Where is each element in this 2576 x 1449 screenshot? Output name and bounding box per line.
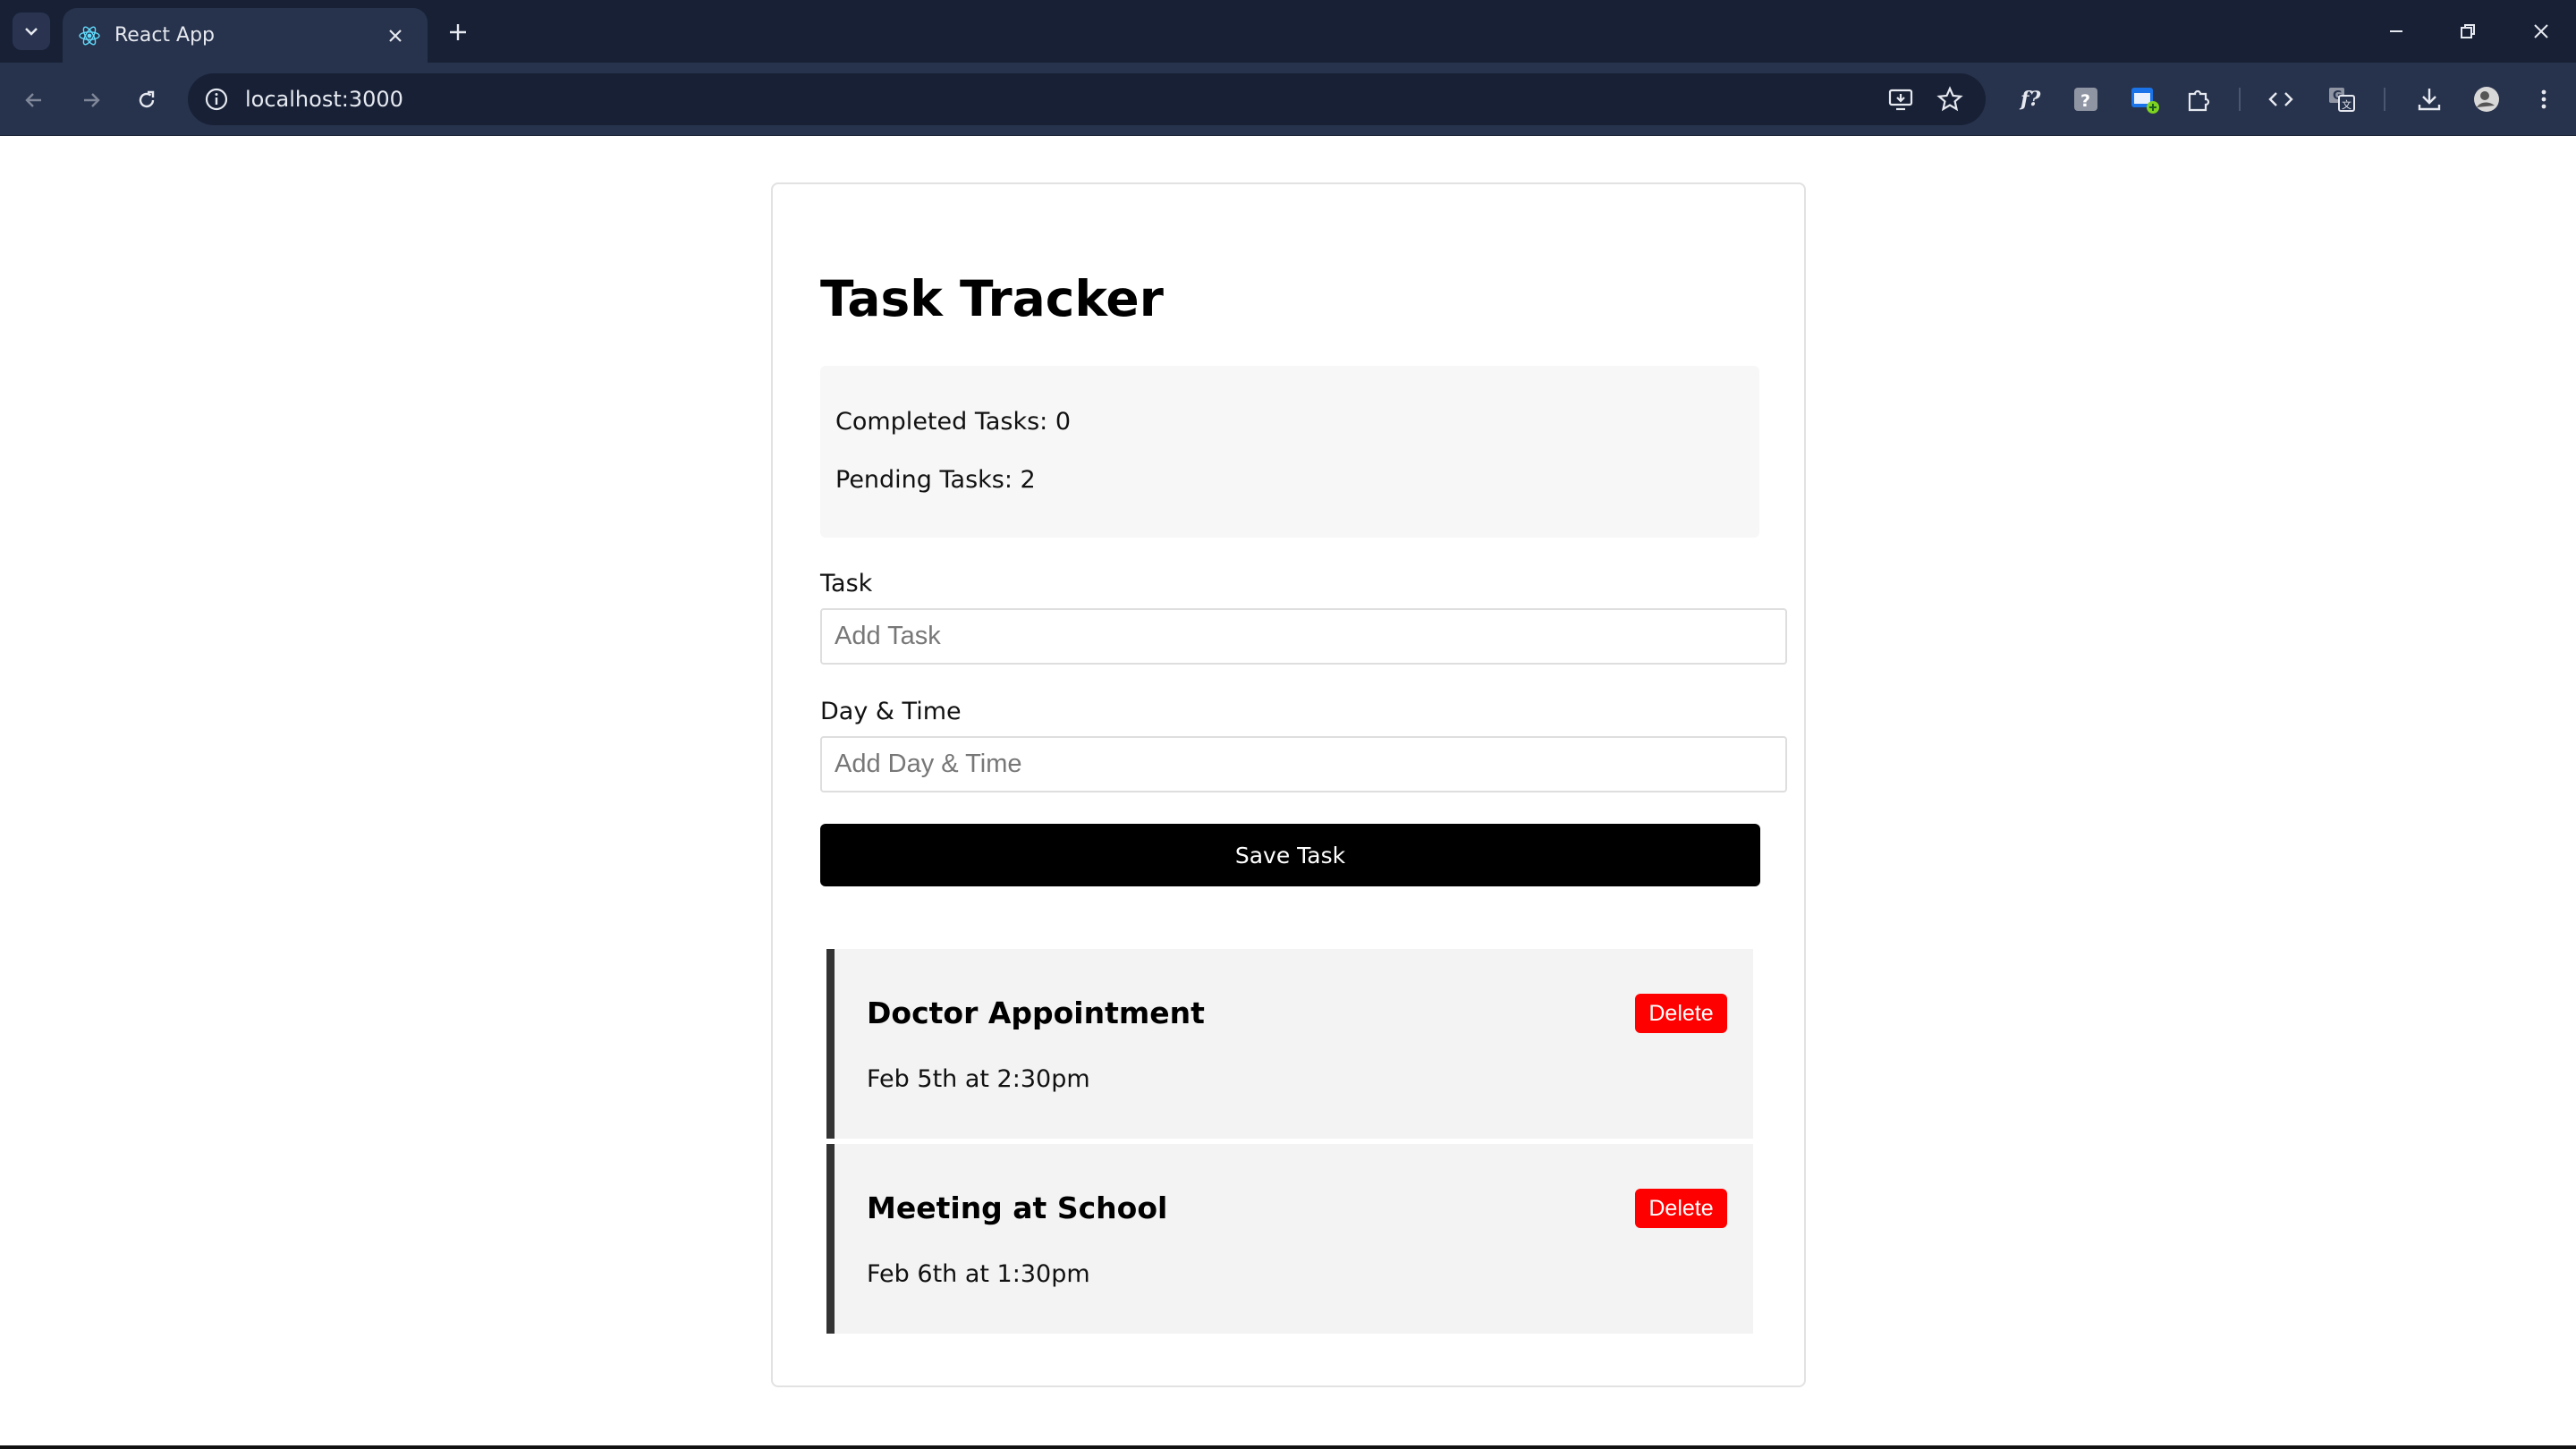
task-title: Doctor Appointment (867, 996, 1205, 1030)
puzzle-icon[interactable] (2179, 80, 2218, 119)
reload-icon (139, 90, 155, 108)
profile-icon[interactable] (2467, 80, 2506, 119)
arrow-right-icon (84, 93, 100, 107)
day-time-label: Day & Time (820, 698, 962, 725)
close-window-button[interactable] (2519, 11, 2563, 52)
help-icon[interactable]: ? (2066, 80, 2106, 119)
tab-strip: React App (0, 0, 2576, 63)
minimize-icon (2390, 30, 2402, 32)
calendar-icon[interactable] (2125, 80, 2165, 119)
day-time-input[interactable] (820, 736, 1787, 792)
forward-button[interactable] (72, 80, 111, 120)
page-title: Task Tracker (820, 270, 1164, 327)
back-button[interactable] (14, 80, 54, 120)
pending-tasks-count: Pending Tasks: 2 (835, 466, 1036, 494)
bottom-edge (0, 1445, 2576, 1449)
reload-button[interactable] (127, 80, 166, 120)
star-icon[interactable] (1932, 81, 1968, 117)
download-icon[interactable] (2410, 80, 2449, 119)
task-stats: Completed Tasks: 0 Pending Tasks: 2 (820, 366, 1759, 538)
svg-text:文: 文 (2342, 98, 2351, 111)
toolbar-separator (2239, 88, 2241, 111)
browser-toolbar: localhost:3000 f? ? G文 (0, 63, 2576, 136)
url-text: localhost:3000 (245, 87, 403, 112)
task-item[interactable]: Doctor Appointment Feb 5th at 2:30pm Del… (826, 949, 1753, 1139)
new-tab-button[interactable] (440, 14, 476, 50)
translate-icon[interactable]: G文 (2322, 80, 2361, 119)
close-icon[interactable] (381, 21, 410, 50)
info-icon[interactable] (200, 83, 233, 115)
task-tracker-container: Task Tracker Completed Tasks: 0 Pending … (771, 182, 1806, 1387)
save-task-button[interactable]: Save Task (820, 824, 1760, 886)
task-input[interactable] (820, 608, 1787, 665)
delete-task-button[interactable]: Delete (1635, 1189, 1727, 1228)
restore-icon (2461, 24, 2475, 38)
task-title: Meeting at School (867, 1191, 1168, 1225)
tab-title: React App (114, 24, 216, 47)
close-icon (2534, 24, 2548, 38)
task-label: Task (820, 570, 873, 597)
completed-tasks-count: Completed Tasks: 0 (835, 408, 1072, 436)
code-icon[interactable] (2261, 80, 2301, 119)
address-bar[interactable]: localhost:3000 (188, 73, 1986, 125)
delete-task-button[interactable]: Delete (1635, 994, 1727, 1033)
browser-tab[interactable]: React App (63, 8, 428, 63)
svg-text:?: ? (2080, 91, 2090, 111)
task-item[interactable]: Meeting at School Feb 6th at 1:30pm Dele… (826, 1144, 1753, 1334)
arrow-left-icon (25, 93, 41, 107)
tab-search-button[interactable] (13, 13, 50, 50)
svg-text:f?: f? (2019, 88, 2041, 111)
install-icon[interactable] (1883, 81, 1919, 117)
toolbar-separator (2384, 88, 2385, 111)
task-date: Feb 6th at 1:30pm (867, 1260, 1090, 1288)
plus-icon (450, 24, 466, 40)
react-icon (77, 23, 102, 48)
minimize-button[interactable] (2374, 11, 2419, 52)
chevron-down-icon (25, 28, 38, 36)
restore-button[interactable] (2445, 11, 2490, 52)
task-date: Feb 5th at 2:30pm (867, 1065, 1090, 1093)
menu-icon[interactable] (2524, 80, 2563, 119)
function-icon[interactable]: f? (2010, 80, 2049, 119)
